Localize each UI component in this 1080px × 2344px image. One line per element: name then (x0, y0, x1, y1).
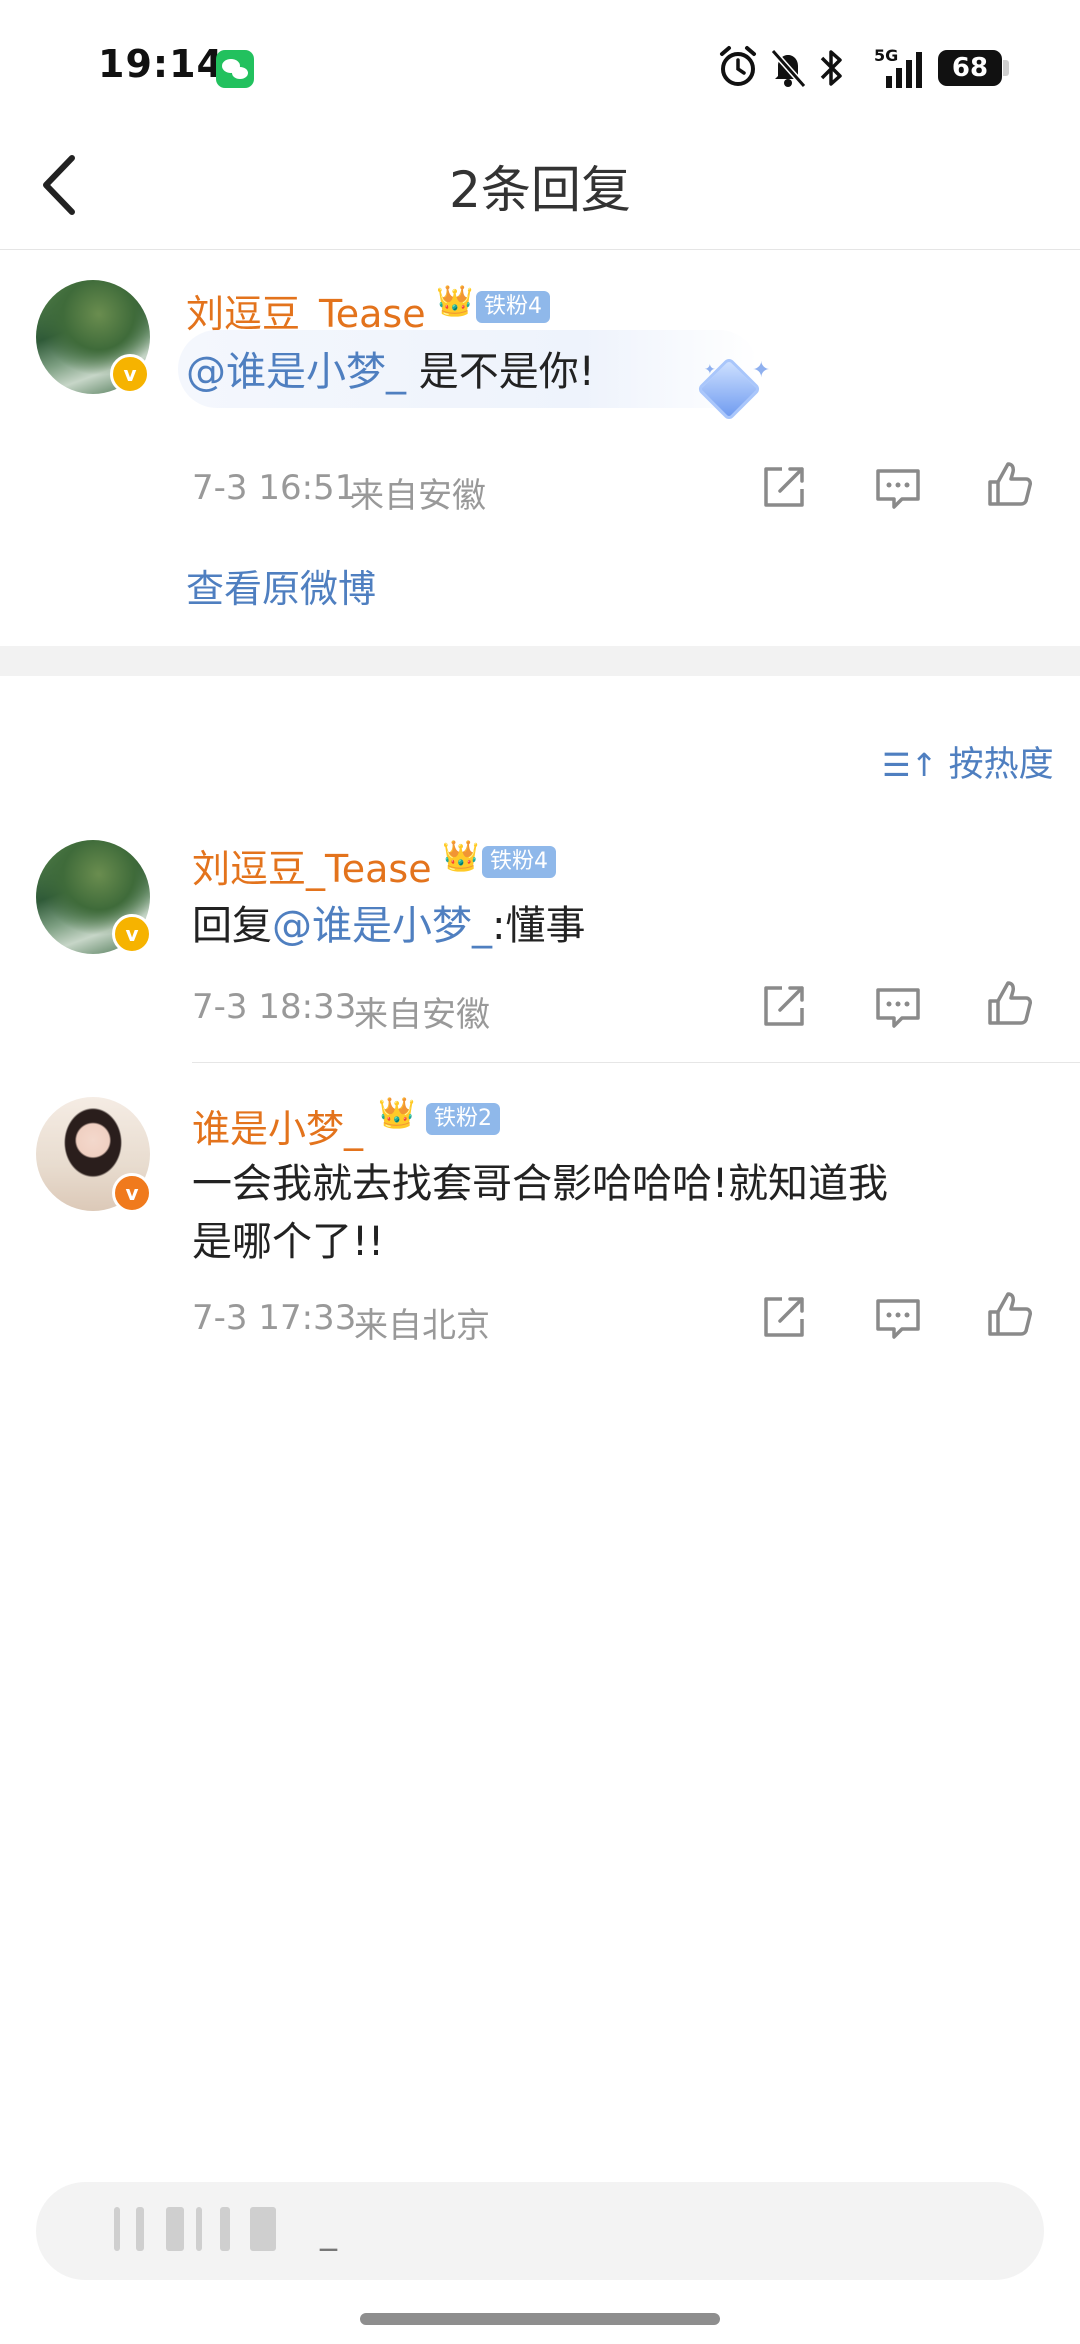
fan-badge: 铁粉4 (482, 846, 556, 878)
input-placeholder: _ (320, 2212, 337, 2252)
sort-by-hot-button[interactable]: ☰↑ 按热度 (882, 736, 1054, 787)
share-icon[interactable] (760, 463, 808, 511)
row-divider (192, 1062, 1080, 1063)
mention-link[interactable]: @谁是小梦_ (186, 349, 406, 395)
fan-badge: 铁粉2 (426, 1103, 500, 1135)
placeholder-blur (136, 2207, 144, 2251)
page-title: 2条回复 (449, 161, 631, 219)
crown-icon: 👑 (378, 1096, 416, 1131)
sparkle-icon: ✦ (704, 362, 716, 378)
reply-input[interactable] (36, 2182, 1044, 2280)
reply-prefix: 回复 (192, 903, 272, 949)
reply-time: 7-3 17:33 (192, 1298, 357, 1338)
alarm-icon (720, 46, 756, 86)
placeholder-blur (220, 2207, 230, 2251)
comment-location: 来自安徽 (350, 476, 486, 516)
sort-label: 按热度 (948, 745, 1054, 785)
crown-icon: 👑 (442, 839, 480, 874)
placeholder-blur (166, 2207, 184, 2251)
nav-divider (0, 249, 1080, 250)
reply-username[interactable]: 刘逗豆_Tease (192, 838, 432, 893)
reply-time: 7-3 18:33 (192, 987, 357, 1027)
mention-link[interactable]: @谁是小梦_ (272, 903, 492, 949)
sparkle-icon: ✦ (752, 358, 771, 383)
reply-content-line: 是哪个了!! (192, 1219, 385, 1265)
placeholder-blur (196, 2207, 202, 2251)
signal-icon (886, 52, 922, 88)
view-original-link[interactable]: 查看原微博 (186, 558, 376, 613)
verified-badge-icon: v (112, 914, 152, 954)
comment-icon[interactable] (874, 984, 922, 1032)
reply-content: 回复@谁是小梦_:懂事 (192, 898, 585, 954)
verified-badge-icon: v (110, 354, 150, 394)
home-indicator[interactable] (360, 2313, 720, 2325)
placeholder-blur (250, 2207, 276, 2251)
battery-tip (1003, 60, 1009, 76)
section-divider (0, 646, 1080, 676)
bluetooth-icon (820, 50, 842, 86)
reply-content-line: 一会我就去找套哥合影哈哈哈!就知道我 (192, 1161, 889, 1207)
fan-badge: 铁粉4 (476, 291, 550, 323)
like-icon[interactable] (986, 1290, 1034, 1338)
share-icon[interactable] (760, 1293, 808, 1341)
status-time: 19:14 (98, 42, 224, 86)
comment-text: 是不是你! (418, 349, 595, 395)
verified-badge-icon: v (112, 1173, 152, 1213)
reply-location: 来自安徽 (354, 995, 490, 1035)
share-icon[interactable] (760, 982, 808, 1030)
sort-icon: ☰↑ (882, 746, 938, 784)
wechat-icon (216, 50, 254, 88)
like-icon[interactable] (986, 460, 1034, 508)
reply-text: :懂事 (492, 903, 586, 949)
reply-username[interactable]: 谁是小梦_ (192, 1098, 363, 1153)
comment-icon[interactable] (874, 465, 922, 513)
crown-icon: 👑 (436, 284, 474, 319)
bell-off-icon (770, 49, 807, 88)
placeholder-blur (114, 2207, 120, 2251)
like-icon[interactable] (986, 979, 1034, 1027)
reply-location: 来自北京 (354, 1306, 490, 1346)
battery-icon: 68 (938, 50, 1002, 86)
comment-content: @谁是小梦_ 是不是你! (186, 344, 595, 400)
comment-icon[interactable] (874, 1295, 922, 1343)
comment-time: 7-3 16:51 (192, 468, 357, 508)
